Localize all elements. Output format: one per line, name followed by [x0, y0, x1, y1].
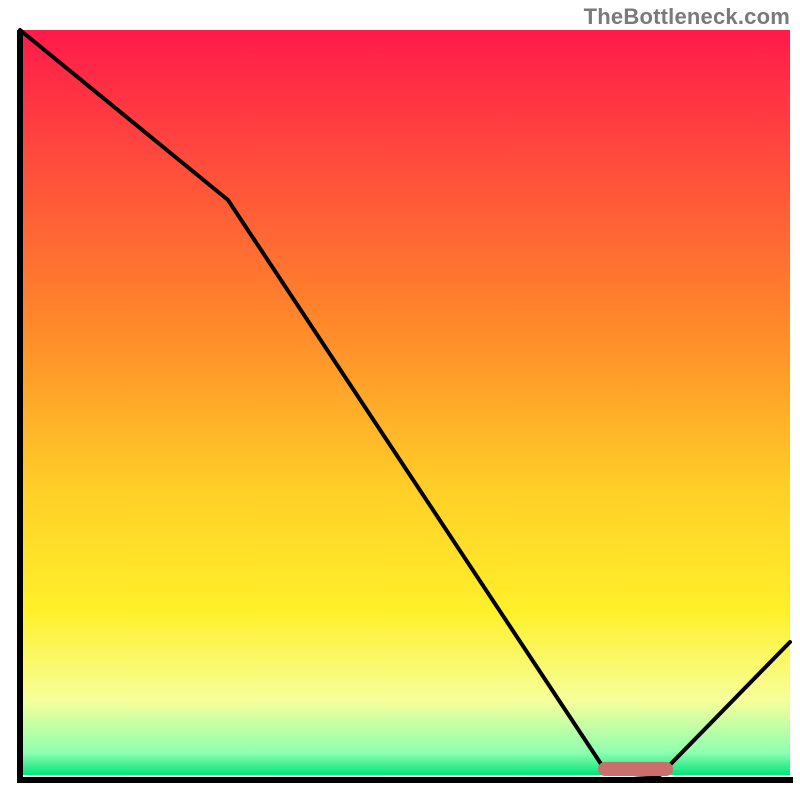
optimal-marker [598, 762, 673, 776]
chart-container: TheBottleneck.com [0, 0, 800, 800]
plot-background [20, 30, 790, 775]
chart-svg [0, 0, 800, 800]
